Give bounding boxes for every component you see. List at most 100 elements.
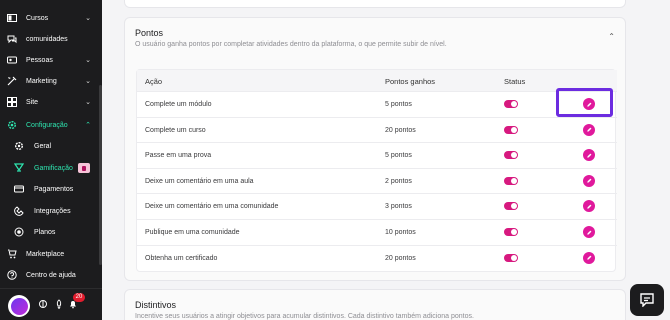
section-title: Pontos (135, 28, 164, 38)
main-content: Pontos O usuário ganha pontos por comple… (102, 0, 670, 320)
previous-section-card (124, 0, 626, 8)
column-header-acao: Ação (145, 77, 163, 86)
edit-button[interactable] (583, 226, 595, 238)
gamification-icon (14, 163, 24, 173)
points-cell: 10 pontos (385, 229, 416, 236)
highlight-box (556, 88, 613, 117)
sidebar-item-site[interactable]: Site ⌄ (0, 92, 102, 112)
sidebar-subitem-gamificacao[interactable]: Gamificação (0, 158, 102, 178)
pencil-icon (586, 127, 591, 132)
chevron-up-icon: ⌃ (85, 122, 91, 129)
sidebar-item-pessoas[interactable]: Pessoas ⌄ (0, 50, 102, 70)
distintivos-section: Distintivos Incentive seus usuários a at… (124, 289, 626, 320)
status-toggle[interactable] (504, 228, 518, 236)
chevron-down-icon: ⌄ (85, 78, 91, 85)
status-toggle[interactable] (504, 151, 518, 160)
sidebar-subitem-label: Pagamentos (34, 185, 74, 193)
column-header-pontos: Pontos ganhos (385, 77, 436, 86)
marketing-icon (7, 76, 17, 86)
points-cell: 5 pontos (385, 101, 412, 108)
sidebar-item-centro-de-ajuda[interactable]: Centro de ajuda (0, 265, 102, 285)
status-toggle[interactable] (504, 202, 518, 211)
chevron-down-icon: ⌄ (85, 57, 91, 64)
sidebar-item-label: Centro de ajuda (26, 271, 76, 279)
integrations-icon (14, 206, 24, 216)
edit-button[interactable] (583, 123, 595, 136)
points-cell: 20 pontos (385, 126, 416, 134)
status-toggle[interactable] (504, 253, 518, 262)
avatar[interactable] (8, 295, 30, 317)
sidebar-subitem-integracoes[interactable]: Integrações (0, 201, 102, 221)
rocket-icon[interactable] (54, 299, 64, 309)
marketplace-icon (7, 249, 17, 259)
sidebar-subitem-label: Planos (34, 228, 56, 236)
gear-icon (14, 141, 24, 151)
settings-icon (7, 120, 17, 130)
sidebar-item-cursos[interactable]: Cursos ⌄ (0, 8, 102, 28)
pencil-icon (586, 230, 591, 235)
pencil-icon (586, 255, 591, 260)
courses-icon (7, 13, 17, 23)
action-cell: Complete um módulo (145, 101, 212, 108)
sidebar-item-label: Marketplace (26, 250, 65, 258)
table-row: Publique em uma comunidade 10 pontos (137, 220, 617, 246)
action-cell: Passe em uma prova (145, 152, 212, 160)
pencil-icon (586, 153, 591, 158)
section-subtitle: Incentive seus usuários a atingir objeti… (135, 313, 474, 320)
points-cell: 2 pontos (385, 177, 412, 185)
table-row: Deixe um comentário em uma aula 2 pontos (137, 169, 617, 195)
table-row: Complete um curso 20 pontos (137, 118, 617, 144)
sidebar-subitem-label: Integrações (34, 207, 71, 215)
edit-button[interactable] (583, 174, 595, 187)
pontos-section: Pontos O usuário ganha pontos por comple… (124, 17, 626, 281)
sidebar-item-marketplace[interactable]: Marketplace (0, 244, 102, 264)
sidebar-item-label: Marketing (26, 77, 57, 85)
sidebar-subitem-label: Geral (34, 142, 52, 150)
chat-icon (640, 293, 654, 307)
table-row: Complete um módulo 5 pontos (137, 92, 617, 118)
points-cell: 5 pontos (385, 152, 412, 160)
sidebar-item-configuracao[interactable]: Configuração ⌃ (0, 115, 102, 135)
sidebar: Cursos ⌄ comunidades Pessoas ⌄ Marketing… (0, 0, 102, 320)
chevron-up-icon[interactable]: ⌃ (608, 32, 615, 41)
points-cell: 3 pontos (385, 203, 412, 211)
sidebar-subitem-label: Gamificação (34, 164, 73, 172)
chevron-down-icon: ⌄ (85, 99, 91, 106)
community-icon (7, 34, 17, 44)
sidebar-item-comunidades[interactable]: comunidades (0, 29, 102, 49)
points-table: Ação Pontos ganhos Status Complete um mó… (136, 69, 617, 272)
chevron-down-icon: ⌄ (85, 15, 91, 22)
edit-button[interactable] (583, 200, 595, 213)
table-row: Deixe um comentário em uma comunidade 3 … (137, 194, 617, 220)
chat-button[interactable] (630, 284, 664, 316)
sidebar-subitem-geral[interactable]: Geral (0, 136, 102, 156)
sidebar-subitem-pagamentos[interactable]: Pagamentos (0, 179, 102, 199)
notification-count-badge: 20 (73, 293, 85, 302)
action-cell: Deixe um comentário em uma comunidade (145, 203, 279, 211)
pencil-icon (586, 178, 591, 183)
column-header-status: Status (504, 77, 526, 86)
sidebar-item-label: Site (26, 98, 39, 106)
action-cell: Obtenha um certificado (145, 254, 218, 262)
sidebar-item-label: Cursos (26, 14, 49, 22)
action-cell: Publique em uma comunidade (145, 229, 240, 236)
sidebar-item-label: Pessoas (26, 56, 53, 64)
card-icon (14, 184, 24, 194)
table-row: Passe em uma prova 5 pontos (137, 143, 617, 169)
action-cell: Deixe um comentário em uma aula (145, 177, 254, 185)
sidebar-item-label: Configuração (26, 121, 68, 129)
edit-button[interactable] (583, 251, 595, 264)
status-toggle[interactable] (504, 100, 518, 108)
status-toggle[interactable] (504, 125, 518, 134)
table-row: Obtenha um certificado 20 pontos (137, 246, 617, 272)
edit-button[interactable] (583, 149, 595, 162)
sidebar-subitem-planos[interactable]: Planos (0, 222, 102, 242)
plans-icon (14, 227, 24, 237)
status-toggle[interactable] (504, 176, 518, 185)
people-icon (7, 55, 17, 65)
theme-icon[interactable] (38, 299, 48, 309)
points-cell: 20 pontos (385, 254, 416, 262)
table-header: Ação Pontos ganhos Status (137, 70, 617, 92)
action-cell: Complete um curso (145, 126, 206, 134)
sidebar-item-marketing[interactable]: Marketing ⌄ (0, 71, 102, 91)
